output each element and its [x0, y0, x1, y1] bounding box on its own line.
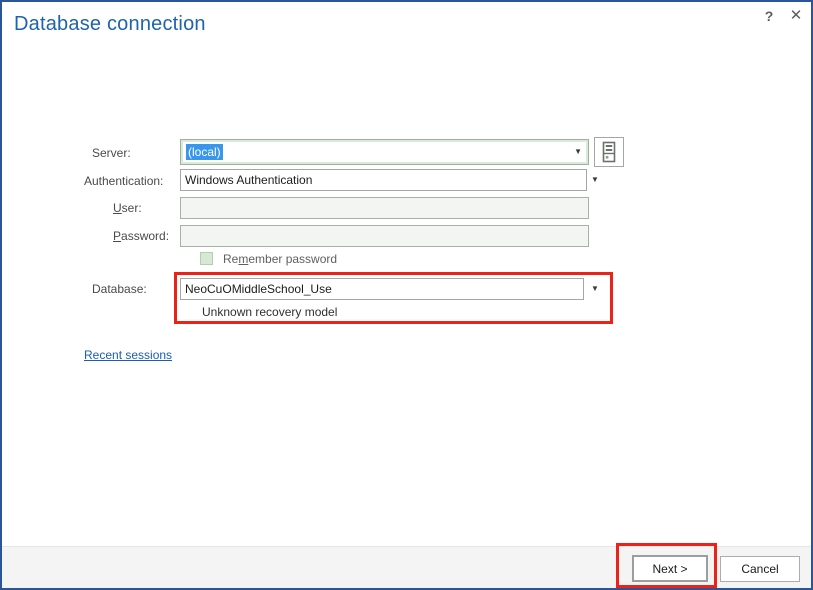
user-field[interactable] [180, 197, 589, 219]
help-icon[interactable]: ? [760, 7, 778, 25]
password-field[interactable] [180, 225, 589, 247]
server-icon [601, 141, 617, 163]
database-label: Database: [92, 282, 147, 296]
server-label: Server: [92, 146, 131, 160]
database-connection-dialog: Database connection ? ✕ Server: (local) … [0, 0, 813, 590]
dialog-title: Database connection [14, 13, 206, 36]
server-combobox[interactable]: (local) ▼ [180, 139, 589, 165]
authentication-value: Windows Authentication [185, 173, 312, 187]
remember-password-checkbox[interactable] [200, 252, 213, 265]
chevron-down-icon[interactable]: ▼ [589, 285, 601, 293]
database-recovery-status: Unknown recovery model [202, 305, 337, 319]
database-combobox[interactable]: NeoCuOMiddleSchool_Use [180, 278, 584, 300]
next-button[interactable]: Next > [632, 555, 708, 582]
server-value: (local) [186, 144, 223, 160]
browse-server-button[interactable] [594, 137, 624, 167]
chevron-down-icon[interactable]: ▼ [574, 148, 584, 156]
cancel-button[interactable]: Cancel [720, 556, 800, 582]
recent-sessions-link[interactable]: Recent sessions [84, 348, 172, 362]
authentication-combobox[interactable]: Windows Authentication [180, 169, 587, 191]
password-label: Password: [113, 229, 169, 243]
user-label: User: [113, 201, 142, 215]
authentication-label: Authentication: [84, 174, 163, 188]
chevron-down-icon[interactable]: ▼ [589, 176, 601, 184]
database-value: NeoCuOMiddleSchool_Use [185, 282, 332, 296]
close-icon[interactable]: ✕ [787, 7, 805, 25]
remember-password-label: Remember password [223, 252, 337, 266]
